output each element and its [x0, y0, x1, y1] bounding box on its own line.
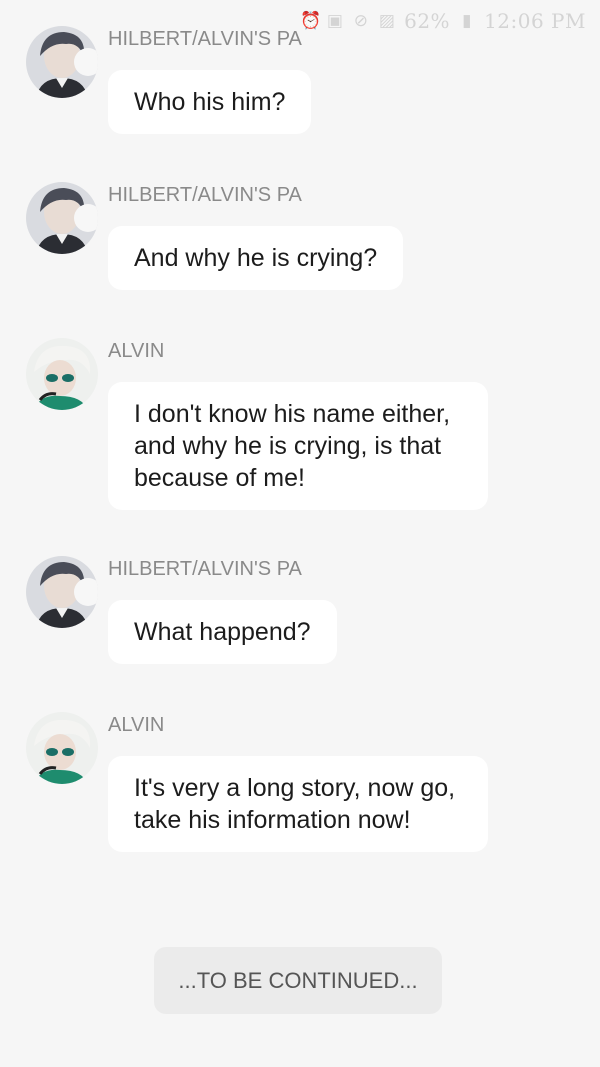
- chat-message: HILBERT/ALVIN'S PA Who his him?: [26, 26, 506, 146]
- to-be-continued-button[interactable]: ...TO BE CONTINUED...: [154, 947, 442, 1014]
- hilbert-avatar[interactable]: [26, 182, 98, 254]
- sender-name: ALVIN: [108, 714, 165, 736]
- message-bubble: I don't know his name either, and why he…: [108, 382, 488, 510]
- message-bubble: What happend?: [108, 600, 337, 664]
- sender-name: HILBERT/ALVIN'S PA: [108, 558, 302, 580]
- sender-name: HILBERT/ALVIN'S PA: [108, 28, 302, 50]
- chat-message: ALVIN I don't know his name either, and …: [26, 338, 506, 518]
- message-bubble: It's very a long story, now go, take his…: [108, 756, 488, 852]
- message-bubble: And why he is crying?: [108, 226, 404, 290]
- chat-message: HILBERT/ALVIN'S PA What happend?: [26, 556, 506, 676]
- chat-message: HILBERT/ALVIN'S PA And why he is crying?: [26, 182, 506, 302]
- alvin-avatar[interactable]: [26, 338, 98, 410]
- hilbert-avatar[interactable]: [26, 26, 98, 98]
- message-bubble: Who his him?: [108, 70, 312, 134]
- alvin-avatar[interactable]: [26, 712, 98, 784]
- chat-screen: ⏰ ▣ ⊘ ▨ 62% ▮ 12:06 PM HILBERT/ALVIN'S P…: [0, 0, 600, 1067]
- hilbert-avatar[interactable]: [26, 556, 98, 628]
- chat-message: ALVIN It's very a long story, now go, ta…: [26, 712, 506, 892]
- sender-name: HILBERT/ALVIN'S PA: [108, 184, 302, 206]
- sender-name: ALVIN: [108, 340, 165, 362]
